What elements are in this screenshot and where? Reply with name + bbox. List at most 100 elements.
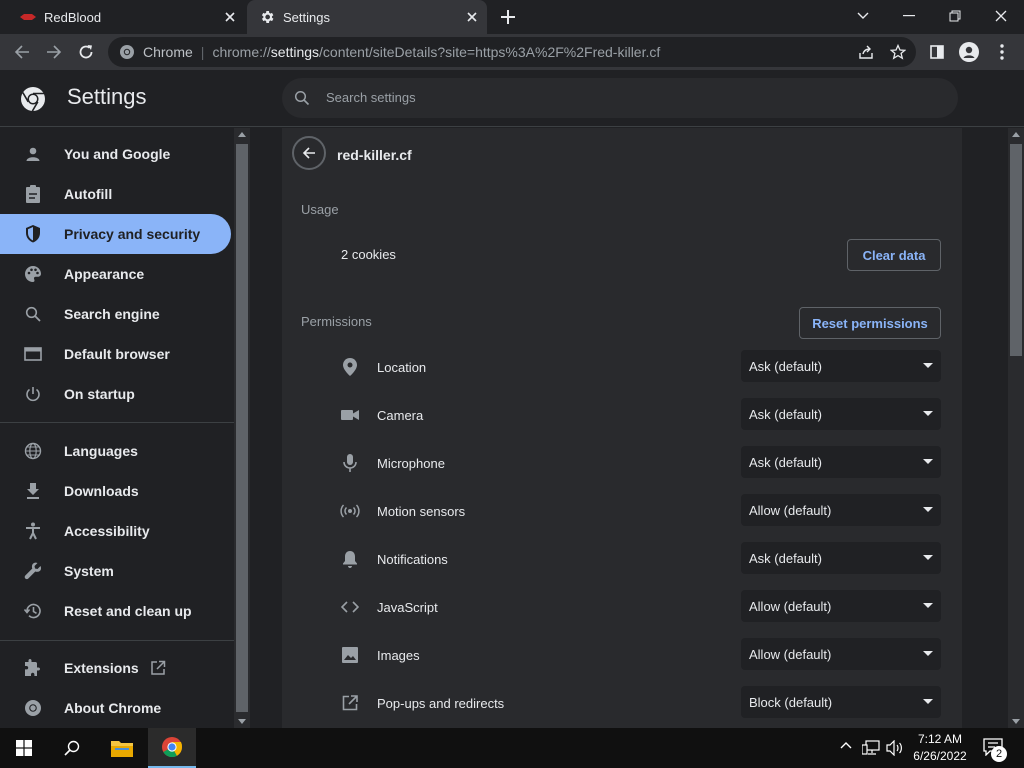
menu-kebab-icon[interactable] — [987, 37, 1017, 67]
dropdown-caret-icon — [923, 363, 933, 368]
chrome-icon — [119, 44, 135, 60]
back-button[interactable] — [292, 136, 326, 170]
scroll-down-arrow-icon[interactable] — [238, 719, 246, 724]
sidebar-item-appearance[interactable]: Appearance — [0, 254, 231, 294]
restore-icon[interactable] — [932, 0, 978, 32]
chevron-up-icon[interactable] — [840, 741, 852, 753]
main-content: red-killer.cf Usage 2 cookies Clear data… — [250, 128, 1008, 728]
reload-icon[interactable] — [71, 37, 101, 67]
sidebar-item-label: Autofill — [64, 186, 113, 202]
sidebar-item-extensions[interactable]: Extensions — [0, 648, 231, 688]
dropdown-caret-icon — [923, 699, 933, 704]
sidebar-item-about-chrome[interactable]: About Chrome — [0, 688, 231, 728]
scroll-up-arrow-icon[interactable] — [238, 132, 246, 137]
scroll-up-arrow-icon[interactable] — [1012, 132, 1020, 137]
page-title: Settings — [67, 84, 147, 109]
sidebar-item-label: Privacy and security — [64, 226, 201, 242]
popups-select[interactable]: Block (default) — [741, 686, 941, 718]
image-icon — [340, 645, 360, 665]
microphone-select[interactable]: Ask (default) — [741, 446, 941, 478]
sensors-icon — [340, 501, 360, 521]
tab-redblood[interactable]: RedBlood — [0, 0, 245, 34]
sidebar-item-accessibility[interactable]: Accessibility — [0, 511, 231, 551]
close-tab-icon[interactable] — [463, 8, 481, 26]
code-icon — [340, 597, 360, 617]
permission-row-motion-sensors: Motion sensors Allow (default) — [282, 486, 962, 534]
sidebar-scrollbar[interactable] — [234, 128, 250, 728]
tab-title: RedBlood — [44, 9, 102, 25]
scroll-down-arrow-icon[interactable] — [1012, 719, 1020, 724]
camera-select[interactable]: Ask (default) — [741, 398, 941, 430]
permission-row-javascript: JavaScript Allow (default) — [282, 582, 962, 630]
taskbar-search-icon[interactable] — [48, 728, 96, 768]
sidebar-item-label: System — [64, 563, 114, 579]
sidebar-item-autofill[interactable]: Autofill — [0, 174, 231, 214]
main-scrollbar[interactable] — [1008, 128, 1024, 728]
usage-heading: Usage — [301, 202, 339, 217]
dropdown-caret-icon — [923, 507, 933, 512]
dropdown-caret-icon — [923, 651, 933, 656]
minimize-icon[interactable] — [886, 0, 932, 32]
permission-row-location: Location Ask (default) — [282, 342, 962, 390]
permission-row-microphone: Microphone Ask (default) — [282, 438, 962, 486]
wrench-icon — [23, 561, 43, 581]
reset-permissions-button[interactable]: Reset permissions — [799, 307, 941, 339]
scrollbar-thumb[interactable] — [236, 144, 248, 712]
tab-search-icon[interactable] — [840, 0, 886, 32]
sidebar-item-default-browser[interactable]: Default browser — [0, 334, 231, 374]
sidebar-item-reset-and-clean-up[interactable]: Reset and clean up — [0, 591, 231, 631]
close-window-icon[interactable] — [978, 0, 1024, 32]
sidebar-item-label: Accessibility — [64, 523, 150, 539]
sidebar-divider — [0, 422, 234, 423]
sidebar-item-you-and-google[interactable]: You and Google — [0, 134, 231, 174]
site-details-card: red-killer.cf Usage 2 cookies Clear data… — [282, 128, 962, 728]
permission-label: JavaScript — [377, 600, 438, 615]
file-explorer-icon[interactable] — [98, 728, 146, 768]
close-tab-icon[interactable] — [221, 8, 239, 26]
share-icon[interactable] — [851, 37, 881, 67]
browser-toolbar: Chrome | chrome://settings/content/siteD… — [0, 34, 1024, 70]
sidebar-item-label: Reset and clean up — [64, 603, 192, 619]
permission-row-images: Images Allow (default) — [282, 630, 962, 678]
notification-center-icon[interactable]: 2 — [983, 738, 1007, 762]
address-bar[interactable]: Chrome | chrome://settings/content/siteD… — [108, 37, 916, 67]
windows-start-icon[interactable] — [0, 728, 48, 768]
sidebar-item-downloads[interactable]: Downloads — [0, 471, 231, 511]
profile-icon[interactable] — [954, 37, 984, 67]
back-arrow-icon[interactable] — [7, 37, 37, 67]
sidebar-item-on-startup[interactable]: On startup — [0, 374, 231, 414]
bookmark-star-icon[interactable] — [883, 37, 913, 67]
accessibility-icon — [23, 521, 43, 541]
clear-data-button[interactable]: Clear data — [847, 239, 941, 271]
permission-label: Notifications — [377, 552, 448, 567]
palette-icon — [23, 264, 43, 284]
notifications-select[interactable]: Ask (default) — [741, 542, 941, 574]
permission-label: Pop-ups and redirects — [377, 696, 505, 711]
location-select[interactable]: Ask (default) — [741, 350, 941, 382]
sidebar-item-label: Search engine — [64, 306, 160, 322]
sidebar-item-privacy-and-security[interactable]: Privacy and security — [0, 214, 231, 254]
permission-label: Motion sensors — [377, 504, 466, 519]
sidebar-item-label: Default browser — [64, 346, 170, 362]
bell-icon — [340, 549, 360, 569]
new-tab-icon[interactable] — [499, 8, 517, 26]
side-panel-icon[interactable] — [922, 37, 952, 67]
sidebar-item-system[interactable]: System — [0, 551, 231, 591]
puzzle-icon — [23, 658, 43, 678]
network-icon[interactable] — [862, 740, 880, 756]
taskbar-clock[interactable]: 7:12 AM 6/26/2022 — [905, 731, 975, 765]
globe-icon — [23, 441, 43, 461]
forward-arrow-icon[interactable] — [39, 37, 69, 67]
tab-settings[interactable]: Settings — [247, 0, 487, 34]
sidebar-item-languages[interactable]: Languages — [0, 431, 231, 471]
tab-strip: RedBlood Settings — [0, 0, 1024, 34]
sidebar-item-search-engine[interactable]: Search engine — [0, 294, 231, 334]
chrome-taskbar-icon[interactable] — [148, 728, 196, 768]
motion-sensors-select[interactable]: Allow (default) — [741, 494, 941, 526]
javascript-select[interactable]: Allow (default) — [741, 590, 941, 622]
tab-title: Settings — [283, 9, 330, 25]
search-settings-input[interactable]: Search settings — [282, 78, 958, 118]
images-select[interactable]: Allow (default) — [741, 638, 941, 670]
volume-icon[interactable] — [886, 740, 904, 756]
scrollbar-thumb[interactable] — [1010, 144, 1022, 356]
